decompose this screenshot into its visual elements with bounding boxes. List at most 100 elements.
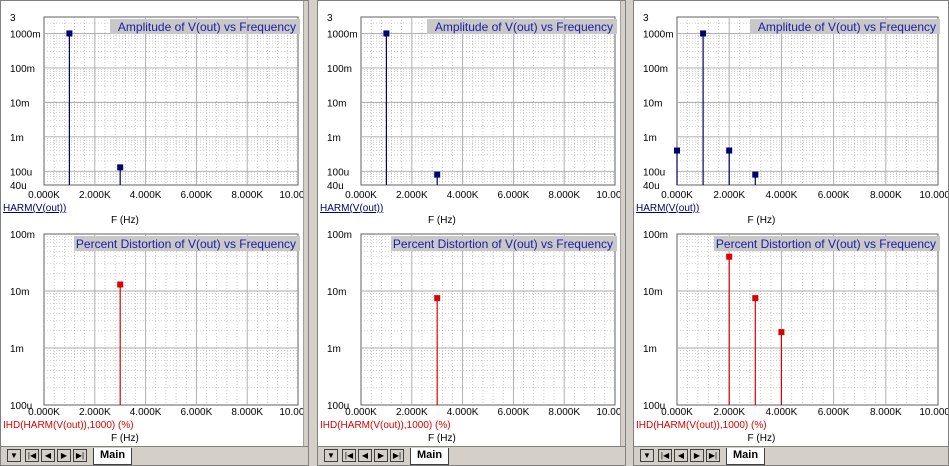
- x-tick-label: 6.000K: [818, 190, 850, 201]
- x-tick-label: 2.000K: [79, 190, 111, 201]
- dropdown-icon[interactable]: ▼: [7, 449, 21, 462]
- y-tick-label: 1m: [10, 133, 24, 144]
- tab-main[interactable]: Main: [93, 448, 133, 465]
- chart-title: Percent Distortion of V(out) vs Frequenc…: [393, 237, 613, 251]
- last-tab-icon[interactable]: ▶|: [73, 449, 87, 462]
- data-point: [778, 329, 785, 336]
- vertical-scrollbar[interactable]: [303, 1, 308, 449]
- chart-title: Amplitude of V(out) vs Frequency: [118, 20, 296, 34]
- y-tick-label: 3: [327, 13, 333, 24]
- tab-bar: ▼ |◀ ◀ ▶ ▶| Main: [318, 446, 625, 465]
- x-tick-label: 2.000K: [396, 190, 428, 201]
- x-tick-label: 2.000K: [396, 407, 428, 418]
- x-tick-label: 6.000K: [181, 407, 213, 418]
- x-tick-label: 2.000K: [713, 190, 745, 201]
- y-tick-label: 100m: [643, 64, 668, 75]
- data-point: [434, 171, 441, 178]
- data-point: [674, 147, 680, 154]
- y-tick-label: 10m: [643, 98, 662, 109]
- vertical-scrollbar[interactable]: [620, 1, 625, 449]
- y-tick-label: 10m: [327, 98, 346, 109]
- y-tick-label: 1m: [327, 344, 341, 355]
- y-tick-label: 1000m: [10, 29, 41, 40]
- y-tick-label: 10m: [10, 98, 29, 109]
- chart-title: Percent Distortion of V(out) vs Frequenc…: [76, 237, 296, 251]
- y-tick-label: 3: [643, 13, 649, 24]
- x-axis-label: F (Hz): [111, 433, 139, 444]
- x-axis-label: F (Hz): [748, 215, 776, 226]
- plot-canvas-1: 31000m100m10m1m100u40u0.000K 2.000K 4.000K…: [3, 13, 308, 444]
- trace-label: IHD(HARM(V(out)),1000) (%): [636, 420, 767, 431]
- x-tick-label: 4.000K: [130, 190, 162, 201]
- plot-area: [360, 16, 616, 186]
- x-tick-label: 0.000K: [661, 407, 693, 418]
- tab-main[interactable]: Main: [726, 448, 766, 465]
- next-tab-icon[interactable]: ▶: [57, 449, 71, 462]
- trace-label: HARM(V(out)): [3, 203, 66, 214]
- tab-main[interactable]: Main: [410, 448, 450, 465]
- plot-window-1: 3 1000m 100m 10m 1m 100u 40u 0.000K 2.000K 4.000K…: [0, 0, 309, 466]
- plot-area: [43, 16, 299, 186]
- y-tick-label: 40u: [643, 181, 660, 192]
- x-axis-label: F (Hz): [428, 215, 456, 226]
- dropdown-icon[interactable]: ▼: [640, 449, 654, 462]
- data-point: [434, 295, 441, 302]
- plot-area: [676, 233, 939, 406]
- chart-amplitude: 3 1000m 100m 10m 1m 100u 40u0.000K 2.000K 4.000K…: [3, 13, 308, 226]
- chart-title: Amplitude of V(out) vs Frequency: [758, 20, 936, 34]
- chart-amplitude: 3 1000m 100m 10m 1m 100u 40u0.000K 2.000K 4.000K…: [320, 13, 625, 226]
- plot-area: [43, 233, 299, 406]
- y-tick-label: 1m: [643, 344, 657, 355]
- y-tick-label: 1000m: [327, 29, 358, 40]
- y-tick-label: 100m: [10, 64, 35, 75]
- prev-tab-icon[interactable]: ◀: [358, 449, 372, 462]
- x-tick-label: 6.000K: [498, 407, 530, 418]
- y-tick-label: 40u: [10, 181, 27, 192]
- trace-label: IHD(HARM(V(out)),1000) (%): [3, 420, 134, 431]
- y-tick-label: 100m: [327, 64, 352, 75]
- chart-distortion: 100m10m1m100u0.000K 2.000K 4.000K 6.000K 8.0…: [3, 230, 308, 444]
- chart-title: Amplitude of V(out) vs Frequency: [435, 20, 613, 34]
- x-tick-label: 4.000K: [447, 407, 479, 418]
- chart-amplitude: 3 1000m 100m 10m 1m 100u 40u0.000K 2.000K 4.000K…: [636, 13, 948, 226]
- x-tick-label: 2.000K: [79, 407, 111, 418]
- plot-window-2: 3 1000m 100m 10m 1m 100u 40u 0.000K 2.000K 4.000K…: [317, 0, 626, 466]
- first-tab-icon[interactable]: |◀: [342, 449, 356, 462]
- x-tick-label: 0.000K: [345, 190, 377, 201]
- first-tab-icon[interactable]: |◀: [25, 449, 39, 462]
- chart-distortion: 100m10m1m100u0.000K 2.000K 4.000K 6.000K 8.0…: [320, 230, 625, 444]
- x-tick-label: 4.000K: [130, 407, 162, 418]
- x-tick-label: 0.000K: [661, 190, 693, 201]
- x-tick-label: 8.000K: [548, 407, 580, 418]
- y-tick-label: 10m: [10, 287, 29, 298]
- chart-title: Percent Distortion of V(out) vs Frequenc…: [716, 237, 936, 251]
- y-tick-label: 100m: [327, 230, 352, 241]
- data-point: [383, 30, 390, 37]
- next-tab-icon[interactable]: ▶: [690, 449, 704, 462]
- x-tick-label: 8.000K: [870, 407, 902, 418]
- last-tab-icon[interactable]: ▶|: [706, 449, 720, 462]
- y-tick-label: 1000m: [643, 29, 674, 40]
- prev-tab-icon[interactable]: ◀: [41, 449, 55, 462]
- x-tick-label: 6.000K: [818, 407, 850, 418]
- plot-canvas-2: 31000m100m10m1m100u40u0.000K 2.000K 4.000K…: [320, 13, 625, 444]
- next-tab-icon[interactable]: ▶: [374, 449, 388, 462]
- x-tick-label: 8.000K: [548, 190, 580, 201]
- trace-label: HARM(V(out)): [320, 203, 383, 214]
- y-tick-label: 10m: [643, 287, 662, 298]
- last-tab-icon[interactable]: ▶|: [390, 449, 404, 462]
- plot-area: [360, 233, 616, 406]
- prev-tab-icon[interactable]: ◀: [674, 449, 688, 462]
- x-tick-label: 0.000K: [345, 407, 377, 418]
- x-axis-label: F (Hz): [748, 433, 776, 444]
- x-tick-label: 10.000K: [919, 407, 949, 418]
- data-point: [700, 30, 707, 37]
- trace-label: IHD(HARM(V(out)),1000) (%): [320, 420, 451, 431]
- x-tick-label: 8.000K: [231, 190, 263, 201]
- first-tab-icon[interactable]: |◀: [658, 449, 672, 462]
- x-axis-label: F (Hz): [111, 215, 139, 226]
- dropdown-icon[interactable]: ▼: [324, 449, 338, 462]
- y-tick-label: 3: [10, 13, 16, 24]
- y-tick-label: 100m: [10, 230, 35, 241]
- x-tick-label: 6.000K: [181, 190, 213, 201]
